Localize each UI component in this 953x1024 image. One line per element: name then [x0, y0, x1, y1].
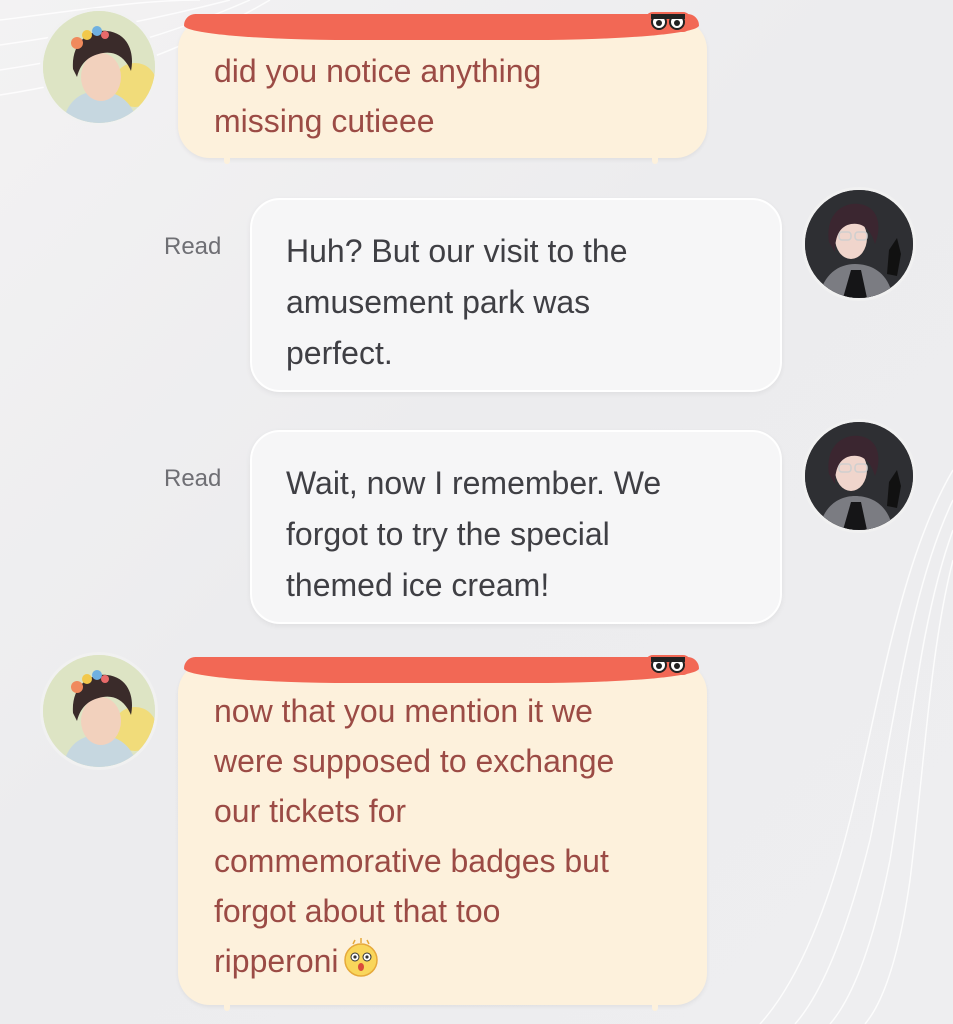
message-line: perfect. [286, 335, 393, 371]
message-text: now that you mention it we were supposed… [178, 661, 707, 986]
message-line: were supposed to exchange [214, 743, 615, 779]
message-line: Huh? But our visit to the [286, 233, 628, 269]
message-line: forgot to try the special [286, 516, 610, 552]
message-line: missing cutieee [214, 103, 435, 139]
user-portrait-image [805, 190, 913, 298]
incoming-message-bubble[interactable]: now that you mention it we were supposed… [178, 655, 707, 1011]
message-line: ripperoni [214, 943, 339, 979]
bubble-nub [224, 155, 230, 164]
message-line: themed ice cream! [286, 567, 550, 603]
sender-portrait-image [43, 11, 155, 123]
message-line-with-emoji: ripperoni [214, 936, 671, 986]
message-text: did you notice anything missing cutieee [178, 18, 707, 146]
bubble-nub [652, 155, 658, 164]
outgoing-message-bubble[interactable]: Wait, now I remember. We forgot to try t… [250, 430, 782, 624]
read-status: Read [164, 465, 222, 492]
surprised-face-emoji-icon [343, 938, 378, 977]
bubble-nub [652, 1002, 658, 1011]
message-line: did you notice anything [214, 53, 542, 89]
message-line: our tickets for [214, 793, 407, 829]
sender-avatar[interactable] [43, 655, 155, 767]
user-avatar[interactable] [805, 422, 913, 530]
message-line: now that you mention it we [214, 693, 593, 729]
message-line: commemorative badges but [214, 843, 609, 879]
sender-avatar[interactable] [43, 11, 155, 123]
user-portrait-image [805, 422, 913, 530]
message-text: Wait, now I remember. We forgot to try t… [252, 432, 780, 611]
user-avatar[interactable] [805, 190, 913, 298]
bubble-nub [224, 1002, 230, 1011]
incoming-message-bubble[interactable]: did you notice anything missing cutieee [178, 12, 707, 164]
sender-portrait-image [43, 655, 155, 767]
message-text: Huh? But our visit to the amusement park… [252, 200, 780, 379]
read-status: Read [164, 233, 222, 260]
message-line: amusement park was [286, 284, 591, 320]
message-line: Wait, now I remember. We [286, 465, 662, 501]
outgoing-message-bubble[interactable]: Huh? But our visit to the amusement park… [250, 198, 782, 392]
message-line: forgot about that too [214, 893, 501, 929]
